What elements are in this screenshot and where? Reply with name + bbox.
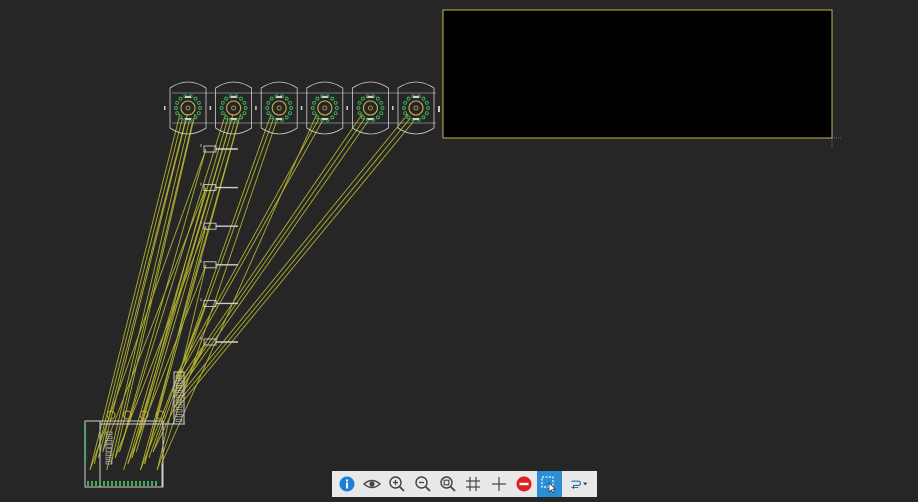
route-menu-button[interactable] [562,471,595,497]
zoom-in-icon [389,476,405,492]
side-pin [84,459,87,462]
ratsnest-line [144,226,207,465]
zoom-fit-icon [440,476,456,492]
side-component [200,298,238,307]
info-button[interactable] [334,471,359,497]
edge-pin [151,481,153,486]
pcb-canvas[interactable] [0,0,918,502]
zoom-fit-button[interactable] [435,471,460,497]
side-pin [84,424,87,426]
edge-pin [123,481,125,486]
edge-pin [127,481,129,486]
ratsnest-line [93,117,183,465]
ratsnest-line [175,121,323,382]
side-pin [84,452,87,455]
encoder-row-end-mark [438,106,440,112]
side-pin [84,436,87,439]
side-pin [84,443,87,446]
crosshair-button[interactable] [486,471,511,497]
delete-icon [516,476,532,492]
selection-rectangle [442,9,833,139]
zoom-out-button[interactable] [410,471,435,497]
ratsnest-line [118,113,227,453]
select-area-icon [541,476,557,493]
view-button[interactable] [359,471,384,497]
edge-pin [147,481,149,486]
encoder-footprint [255,81,298,135]
route-menu-icon [570,480,587,489]
ratsnest-line [89,113,181,471]
edge-pin [111,481,113,486]
connector-cluster [84,371,185,488]
encoder-footprint [392,81,435,135]
edge-pin [91,481,93,486]
side-pin [84,430,87,433]
edge-pin [103,481,105,486]
header-pin [175,414,183,418]
edge-pin [119,481,121,486]
ratsnest-lines [89,113,414,471]
crosshair-icon [491,477,506,491]
ratsnest-line [175,117,366,391]
zoom-in-button[interactable] [385,471,410,497]
side-pin [84,449,87,452]
side-component [200,259,238,269]
side-pin [84,446,87,449]
grid-icon [466,477,481,491]
ratsnest-line [175,121,368,396]
side-pin [84,440,87,442]
encoder-footprint [300,81,344,135]
ratsnest-line [127,121,232,465]
side-pin [84,433,87,436]
encoder-footprint [209,81,252,135]
canvas-toolbar [332,471,597,497]
zoom-out-icon [414,476,431,492]
delete-button[interactable] [511,471,536,497]
select-area-button[interactable] [536,471,562,497]
ratsnest-line [102,113,188,453]
side-pin [84,427,87,430]
grid-button[interactable] [461,471,486,497]
edge-pin [155,481,157,486]
edge-pin [87,481,89,486]
edge-pin [143,481,145,486]
ratsnest-line [123,117,229,471]
edge-pin [95,481,97,486]
edge-pin [139,481,141,486]
edge-pin [115,481,117,486]
edge-pin [107,481,109,486]
ic-pin [105,444,113,448]
eye-icon [362,479,381,489]
ratsnest-line [175,113,409,401]
connector-pads [84,375,183,486]
encoder-footprint [164,81,207,135]
side-pin [84,456,87,458]
info-icon [339,476,355,492]
edge-pin [99,481,101,486]
encoder-footprint [346,81,389,135]
edge-pin [135,481,137,486]
ratsnest-line [106,117,191,471]
edge-pin [131,481,133,486]
